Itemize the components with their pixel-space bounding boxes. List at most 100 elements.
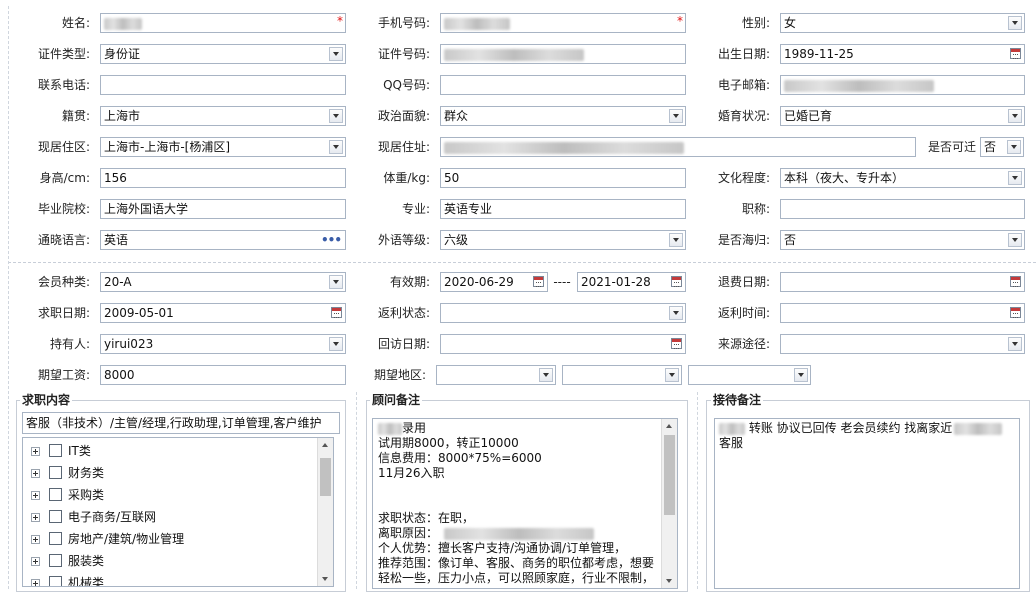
calendar-icon[interactable] xyxy=(533,276,544,287)
calendar-icon[interactable] xyxy=(1010,48,1021,59)
expected-region-city-select[interactable] xyxy=(562,365,682,385)
chevron-down-icon[interactable] xyxy=(329,337,343,351)
holder-select[interactable]: yirui023 xyxy=(100,334,346,354)
chevron-down-icon[interactable] xyxy=(1008,16,1022,30)
expected-salary-field[interactable]: 8000 xyxy=(100,365,346,385)
scroll-down-arrow-icon[interactable] xyxy=(318,572,333,586)
chevron-down-icon[interactable] xyxy=(1008,233,1022,247)
title-field[interactable] xyxy=(780,199,1025,219)
chevron-down-icon[interactable] xyxy=(539,368,553,382)
height-field[interactable]: 156 xyxy=(100,168,346,188)
valid-end-field[interactable]: 2021-01-28 xyxy=(577,272,686,292)
relocatable-select[interactable]: 否 xyxy=(980,137,1024,157)
residence-address-field[interactable] xyxy=(440,137,916,157)
valid-period-label: 有效期: xyxy=(389,275,430,289)
chevron-down-icon[interactable] xyxy=(1007,140,1021,154)
checkbox[interactable] xyxy=(49,510,62,523)
valid-start-field[interactable]: 2020-06-29 xyxy=(440,272,548,292)
expand-icon[interactable] xyxy=(31,491,40,500)
job-content-summary-field[interactable]: 客服（非技术）/主管/经理,行政助理,订单管理,客户维护 xyxy=(22,412,340,434)
scrollbar-thumb[interactable] xyxy=(320,458,331,496)
language-field[interactable]: 英语 ••• xyxy=(100,230,346,250)
refund-date-field[interactable] xyxy=(780,272,1025,292)
mobile-label: 手机号码: xyxy=(377,16,430,30)
expected-region-district-select[interactable] xyxy=(688,365,811,385)
job-category-tree[interactable]: IT类 财务类 采购类 电子商务/互联网 房地产/建筑/物业管理 服装类 机械类 xyxy=(22,437,334,587)
more-options-icon[interactable]: ••• xyxy=(321,231,342,249)
rebate-status-select[interactable] xyxy=(440,303,686,323)
scrollbar-thumb[interactable] xyxy=(664,435,675,515)
checkbox[interactable] xyxy=(49,488,62,501)
contact-phone-field[interactable] xyxy=(100,75,346,95)
source-select[interactable] xyxy=(780,334,1025,354)
chevron-down-icon[interactable] xyxy=(665,368,679,382)
checkbox[interactable] xyxy=(49,576,62,586)
chevron-down-icon[interactable] xyxy=(329,47,343,61)
weight-field[interactable]: 50 xyxy=(440,168,686,188)
note-line: 轻松一些，压力小点，可以照顾家庭，行业不限制， xyxy=(378,571,655,585)
education-select[interactable]: 本科（夜大、专升本） xyxy=(780,168,1025,188)
overseas-select[interactable]: 否 xyxy=(780,230,1025,250)
school-field[interactable]: 上海外国语大学 xyxy=(100,199,346,219)
checkbox[interactable] xyxy=(49,444,62,457)
chevron-down-icon[interactable] xyxy=(1008,337,1022,351)
residence-area-select[interactable]: 上海市-上海市-[杨浦区] xyxy=(100,137,346,157)
email-field[interactable] xyxy=(780,75,1025,95)
name-field[interactable]: * xyxy=(100,13,346,33)
marital-status-select[interactable]: 已婚已育 xyxy=(780,106,1025,126)
chevron-down-icon[interactable] xyxy=(794,368,808,382)
chevron-down-icon[interactable] xyxy=(1008,171,1022,185)
checkbox[interactable] xyxy=(49,532,62,545)
qq-field[interactable] xyxy=(440,75,686,95)
calendar-icon[interactable] xyxy=(1010,276,1021,287)
rebate-time-field[interactable] xyxy=(780,303,1025,323)
education-value: 本科（夜大、专升本） xyxy=(784,171,905,185)
id-type-select[interactable]: 身份证 xyxy=(100,44,346,64)
major-field[interactable]: 英语专业 xyxy=(440,199,686,219)
scroll-up-arrow-icon[interactable] xyxy=(662,419,677,433)
gender-label: 性别: xyxy=(741,16,770,30)
rebate-time-label: 返利时间: xyxy=(717,306,770,320)
notes-scrollbar[interactable] xyxy=(661,419,677,588)
scroll-up-arrow-icon[interactable] xyxy=(318,438,333,452)
education-label: 文化程度: xyxy=(717,171,770,185)
calendar-icon[interactable] xyxy=(331,307,342,318)
valid-end-value: 2021-01-28 xyxy=(581,275,651,289)
expected-region-province-select[interactable] xyxy=(436,365,556,385)
language-level-select[interactable]: 六级 xyxy=(440,230,686,250)
calendar-icon[interactable] xyxy=(671,338,682,349)
scroll-down-arrow-icon[interactable] xyxy=(662,574,677,588)
chevron-down-icon[interactable] xyxy=(329,140,343,154)
expand-icon[interactable] xyxy=(31,557,40,566)
refund-date-label: 退费日期: xyxy=(717,275,770,289)
job-seek-date-field[interactable]: 2009-05-01 xyxy=(100,303,346,323)
chevron-down-icon[interactable] xyxy=(329,109,343,123)
checkbox[interactable] xyxy=(49,466,62,479)
native-place-select[interactable]: 上海市 xyxy=(100,106,346,126)
expand-icon[interactable] xyxy=(31,469,40,478)
calendar-icon[interactable] xyxy=(671,276,682,287)
weight-value: 50 xyxy=(444,171,460,185)
expand-icon[interactable] xyxy=(31,535,40,544)
member-type-select[interactable]: 20-A xyxy=(100,272,346,292)
mobile-field[interactable]: * xyxy=(440,13,686,33)
chevron-down-icon[interactable] xyxy=(669,306,683,320)
chevron-down-icon[interactable] xyxy=(669,109,683,123)
job-seek-date-label: 求职日期: xyxy=(37,306,90,320)
expand-icon[interactable] xyxy=(31,579,40,586)
chevron-down-icon[interactable] xyxy=(1008,109,1022,123)
expand-icon[interactable] xyxy=(31,447,40,456)
id-number-field[interactable] xyxy=(440,44,686,64)
checkbox[interactable] xyxy=(49,554,62,567)
birth-date-field[interactable]: 1989-11-25 xyxy=(780,44,1025,64)
gender-select[interactable]: 女 xyxy=(780,13,1025,33)
expand-icon[interactable] xyxy=(31,513,40,522)
visit-date-field[interactable] xyxy=(440,334,686,354)
chevron-down-icon[interactable] xyxy=(329,275,343,289)
advisor-notes-textarea[interactable]: 录用 试用期8000，转正10000 信息费用：8000*75%=6000 11… xyxy=(372,418,678,589)
chevron-down-icon[interactable] xyxy=(669,233,683,247)
reception-notes-textarea[interactable]: 转账 协议已回传 老会员续约 找离家近 客服 xyxy=(714,418,1020,589)
political-status-select[interactable]: 群众 xyxy=(440,106,686,126)
calendar-icon[interactable] xyxy=(1010,307,1021,318)
tree-scrollbar[interactable] xyxy=(317,438,333,586)
